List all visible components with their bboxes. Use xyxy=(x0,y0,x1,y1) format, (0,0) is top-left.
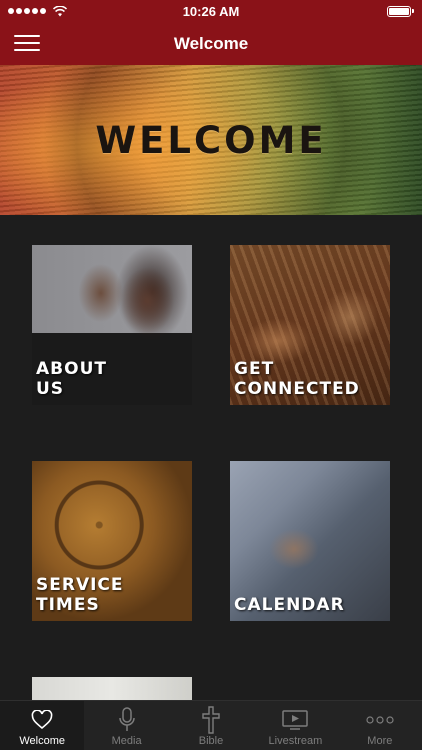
tile-label: GET CONNECTED xyxy=(234,359,360,399)
tab-bible[interactable]: Bible xyxy=(169,701,253,750)
get-connected-tile[interactable]: GET CONNECTED xyxy=(230,245,390,405)
tab-media[interactable]: Media xyxy=(84,701,168,750)
tab-label: Media xyxy=(111,735,142,747)
microphone-icon xyxy=(118,707,136,733)
tab-bar: Welcome Media Bible Livestream More xyxy=(0,700,422,750)
cross-icon xyxy=(202,706,220,734)
hamburger-menu-icon[interactable] xyxy=(14,32,40,54)
tab-label: Livestream xyxy=(268,735,323,747)
wifi-icon xyxy=(53,5,67,16)
tab-welcome[interactable]: Welcome xyxy=(0,701,85,750)
page-title: Welcome xyxy=(173,33,249,53)
calendar-tile[interactable]: CALENDAR xyxy=(230,461,390,621)
status-bar: 10:26 AM xyxy=(0,0,422,22)
welcome-banner: WELCOME xyxy=(0,65,422,215)
signal-strength-icon xyxy=(8,5,67,17)
navigation-bar: Welcome xyxy=(0,22,422,65)
banner-title: WELCOME xyxy=(95,118,327,162)
heart-icon xyxy=(31,707,53,733)
tile-label: ABOUT US xyxy=(36,359,107,399)
tile-label: CALENDAR xyxy=(234,595,345,615)
tile-label: SERVICE TIMES xyxy=(36,575,124,615)
tab-livestream[interactable]: Livestream xyxy=(253,701,337,750)
more-dots-icon xyxy=(366,707,394,733)
tab-label: More xyxy=(367,735,393,747)
play-screen-icon xyxy=(282,707,309,733)
about-us-tile[interactable]: ABOUT US xyxy=(32,245,192,405)
tab-label: Welcome xyxy=(19,735,66,747)
battery-icon xyxy=(387,5,414,17)
tab-more[interactable]: More xyxy=(338,701,422,750)
service-times-tile[interactable]: SERVICE TIMES xyxy=(32,461,192,621)
tab-label: Bible xyxy=(198,735,224,747)
